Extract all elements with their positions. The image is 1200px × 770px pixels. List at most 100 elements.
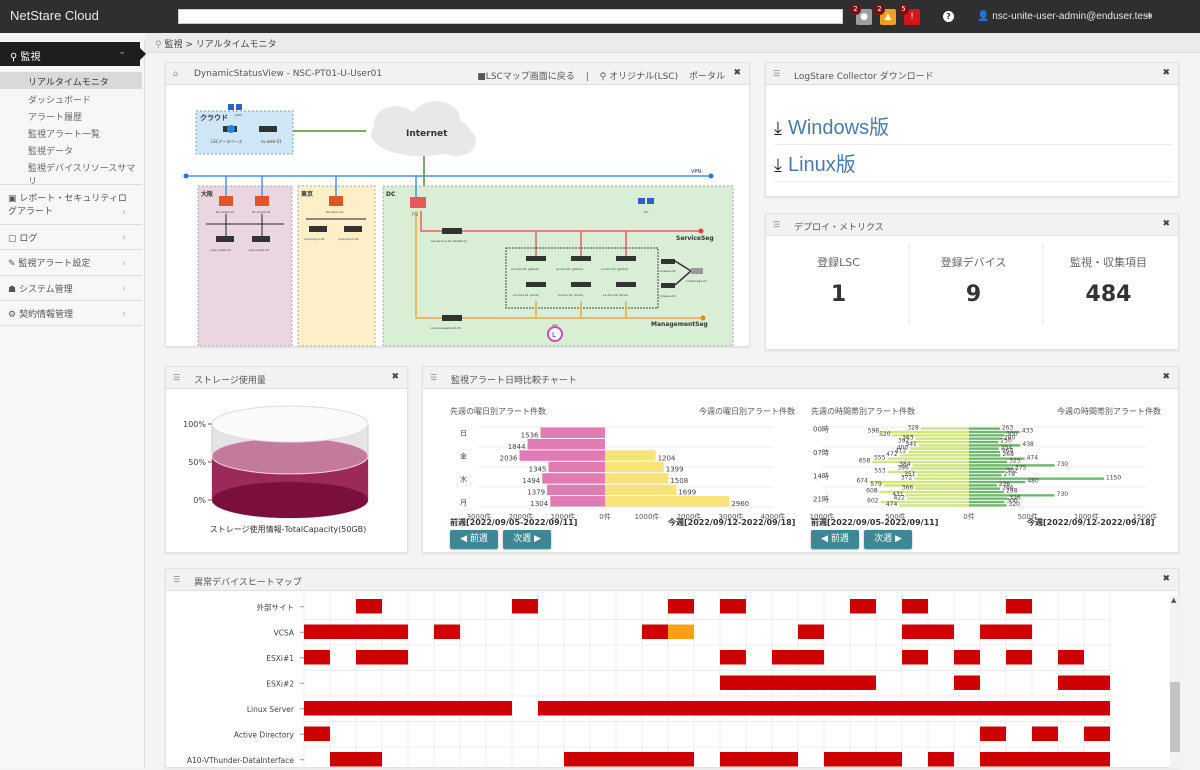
heatmap-cell-critical[interactable] (1032, 752, 1058, 767)
heatmap-cell-critical[interactable] (980, 701, 1006, 716)
heatmap-cell-critical[interactable] (850, 675, 876, 691)
heatmap-cell-critical[interactable] (434, 624, 460, 640)
heatmap-cell-critical[interactable] (590, 701, 616, 716)
heatmap-cell-critical[interactable] (564, 752, 590, 767)
heatmap-cell-critical[interactable] (486, 701, 512, 716)
heatmap-cell-critical[interactable] (304, 726, 330, 742)
heatmap-cell-critical[interactable] (1006, 599, 1032, 614)
warning-alert-button[interactable]: ▲ 2 (874, 4, 896, 25)
heatmap-cell-critical[interactable] (616, 752, 642, 767)
heatmap-cell-critical[interactable] (1058, 701, 1084, 716)
heatmap-cell-critical[interactable] (356, 599, 382, 614)
heatmap-cell-critical[interactable] (434, 701, 460, 716)
heatmap-cell-warning[interactable] (668, 624, 694, 640)
heatmap-cell-critical[interactable] (382, 701, 408, 716)
heatmap-cell-critical[interactable] (1058, 752, 1084, 767)
heatmap-cell-critical[interactable] (382, 624, 408, 640)
heatmap-cell-critical[interactable] (980, 624, 1006, 640)
sidebar-subitem-alert-list[interactable]: 監視アラート一覧 (0, 124, 142, 141)
heatmap-cell-critical[interactable] (616, 701, 642, 716)
original-lsc-link[interactable]: ⚲ オリジナル(LSC) (600, 72, 679, 82)
sidebar-subitem-realtime-monitor[interactable]: リアルタイムモニタ (0, 72, 142, 89)
heatmap-cell-critical[interactable] (772, 701, 798, 716)
heatmap-cell-critical[interactable] (642, 752, 668, 767)
heatmap-cell-critical[interactable] (876, 701, 902, 716)
heatmap-cell-critical[interactable] (876, 752, 902, 767)
heatmap-cell-critical[interactable] (330, 701, 356, 716)
heatmap-cell-critical[interactable] (382, 650, 408, 665)
heatmap-cell-critical[interactable] (772, 650, 798, 665)
heatmap-cell-critical[interactable] (824, 752, 850, 767)
heatmap-cell-critical[interactable] (980, 726, 1006, 742)
heatmap-cell-critical[interactable] (356, 752, 382, 767)
heatmap-scrollbar[interactable]: ▲ (1170, 596, 1180, 768)
heatmap-cell-critical[interactable] (668, 599, 694, 614)
heatmap-cell-critical[interactable] (798, 675, 824, 691)
heatmap-cell-critical[interactable] (720, 675, 746, 691)
heatmap-cell-critical[interactable] (694, 701, 720, 716)
sidebar-subitem-monitor-data[interactable]: 監視データ (0, 141, 142, 158)
heatmap-cell-critical[interactable] (642, 701, 668, 716)
close-icon[interactable]: ✖ (733, 68, 741, 78)
critical-alert-button[interactable]: ! 5 (898, 4, 920, 25)
close-icon[interactable]: ✖ (1162, 219, 1170, 229)
heatmap-cell-critical[interactable] (356, 624, 382, 640)
close-icon[interactable]: ✖ (1162, 574, 1170, 584)
heatmap-cell-critical[interactable] (850, 701, 876, 716)
heatmap-cell-critical[interactable] (798, 624, 824, 640)
chart1-next-week-button[interactable]: 次週 ▶ (503, 530, 551, 549)
heatmap-cell-critical[interactable] (954, 701, 980, 716)
heatmap-cell-critical[interactable] (1032, 701, 1058, 716)
heatmap-cell-critical[interactable] (772, 752, 798, 767)
heatmap-cell-critical[interactable] (954, 675, 980, 691)
sidebar-subitem-alert-history[interactable]: アラート履歴 (0, 107, 142, 124)
sidebar-subitem-dashboard[interactable]: ダッシュボード (0, 90, 142, 107)
back-to-lsc-map-link[interactable]: ■LSCマップ画面に戻る (477, 72, 575, 82)
heatmap-cell-critical[interactable] (980, 752, 1006, 767)
scroll-thumb[interactable] (1170, 682, 1180, 752)
portal-link[interactable]: ポータル (689, 72, 725, 82)
heatmap-cell-critical[interactable] (798, 701, 824, 716)
heatmap-cell-critical[interactable] (668, 701, 694, 716)
heatmap-cell-critical[interactable] (330, 752, 356, 767)
close-icon[interactable]: ✖ (1162, 372, 1170, 382)
heatmap-cell-critical[interactable] (642, 624, 668, 640)
heatmap-cell-critical[interactable] (746, 752, 772, 767)
scroll-up-icon[interactable]: ▲ (1171, 596, 1176, 604)
heatmap-cell-critical[interactable] (356, 650, 382, 665)
heatmap-cell-critical[interactable] (1006, 650, 1032, 665)
heatmap-cell-critical[interactable] (304, 701, 330, 716)
heatmap-cell-critical[interactable] (850, 752, 876, 767)
sidebar-item-system[interactable]: ☗ システム管理 ‹ (0, 275, 142, 300)
heatmap-cell-critical[interactable] (1084, 726, 1110, 742)
heatmap-cell-critical[interactable] (1058, 675, 1084, 691)
heatmap-cell-critical[interactable] (772, 675, 798, 691)
heatmap-cell-critical[interactable] (902, 650, 928, 665)
user-menu[interactable]: 👤 nsc-unite-user-admin@enduser.test (977, 11, 1151, 22)
heatmap-cell-critical[interactable] (902, 624, 928, 640)
heatmap-cell-critical[interactable] (954, 650, 980, 665)
heatmap-cell-critical[interactable] (824, 701, 850, 716)
app-logo[interactable]: NetStare Cloud (10, 8, 99, 23)
heatmap-cell-critical[interactable] (902, 599, 928, 614)
heatmap-cell-critical[interactable] (460, 701, 486, 716)
heatmap-cell-critical[interactable] (1084, 675, 1110, 691)
heatmap-cell-critical[interactable] (1032, 726, 1058, 742)
heatmap-cell-critical[interactable] (512, 599, 538, 614)
heatmap-cell-critical[interactable] (720, 701, 746, 716)
heatmap-cell-critical[interactable] (928, 752, 954, 767)
heatmap-cell-critical[interactable] (1084, 701, 1110, 716)
sidebar-item-report[interactable]: ▣ レポート・セキュリティログアラート ‹ (0, 184, 142, 224)
heatmap-cell-critical[interactable] (1006, 701, 1032, 716)
heatmap-cell-critical[interactable] (928, 701, 954, 716)
sidebar-item-log[interactable]: ▢ ログ ‹ (0, 224, 142, 249)
heatmap-cell-critical[interactable] (902, 701, 928, 716)
close-icon[interactable]: ✖ (1162, 68, 1170, 78)
heatmap-cell-critical[interactable] (538, 701, 564, 716)
heatmap-cell-critical[interactable] (850, 599, 876, 614)
linux-download-link[interactable]: ⤓ Linux版 (774, 148, 1172, 182)
heatmap-cell-critical[interactable] (746, 675, 772, 691)
logout-icon[interactable]: ⇥ (1144, 11, 1152, 22)
help-icon[interactable]: ? (943, 11, 954, 22)
close-icon[interactable]: ✖ (391, 372, 399, 382)
